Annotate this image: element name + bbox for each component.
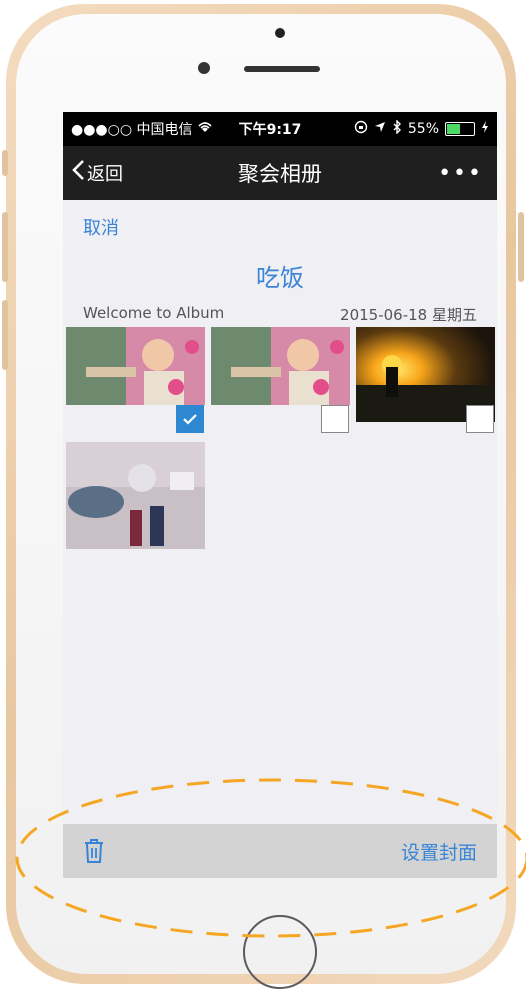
orientation-lock-icon: [354, 120, 368, 138]
selected-checkbox[interactable]: [176, 405, 204, 433]
bottom-toolbar: 设置封面: [63, 824, 497, 878]
battery-percent: 55%: [407, 121, 439, 137]
carrier-label: ●●●○○ 中国电信: [71, 122, 193, 138]
charging-icon: [481, 121, 489, 137]
bluetooth-icon: [392, 119, 402, 138]
more-options-button[interactable]: •••: [438, 161, 483, 186]
app-screen: ●●●○○ 中国电信 下午9:17 55% 返回 聚会相册 ••• 取消 吃饭 …: [63, 112, 497, 878]
page-title: 聚会相册: [238, 162, 322, 186]
location-arrow-icon: [374, 121, 386, 137]
set-cover-button[interactable]: 设置封面: [401, 838, 477, 865]
photo-thumbnail[interactable]: [66, 327, 205, 405]
trash-icon[interactable]: [83, 838, 105, 864]
album-title: 吃饭: [256, 264, 304, 292]
status-bar: ●●●○○ 中国电信 下午9:17 55%: [63, 112, 497, 146]
photo-thumbnail[interactable]: [211, 327, 350, 405]
album-meta: Welcome to Album 2015-06-18 星期五: [83, 304, 477, 325]
album-date: 2015-06-18 星期五: [340, 306, 477, 324]
front-camera: [198, 62, 210, 74]
battery-icon: [445, 122, 475, 136]
photo-thumbnail[interactable]: [66, 442, 205, 549]
power-button: [518, 212, 524, 282]
unselected-checkbox[interactable]: [466, 405, 494, 433]
cancel-button[interactable]: 取消: [83, 214, 119, 240]
back-button[interactable]: 返回: [71, 159, 123, 187]
earpiece-speaker: [244, 66, 320, 72]
mute-switch: [2, 150, 8, 176]
battery-level: [447, 124, 461, 134]
back-label: 返回: [87, 164, 123, 185]
navigation-bar: 返回 聚会相册 •••: [63, 146, 497, 200]
chevron-left-icon: [71, 159, 85, 187]
status-time: 下午9:17: [238, 122, 302, 138]
front-sensor: [275, 28, 285, 38]
checkmark-icon: [183, 409, 197, 430]
unselected-checkbox[interactable]: [321, 405, 349, 433]
home-button[interactable]: [243, 915, 317, 989]
volume-up-button: [2, 212, 8, 282]
wifi-icon: [197, 121, 213, 137]
volume-down-button: [2, 300, 8, 370]
album-subtitle: Welcome to Album: [83, 304, 225, 322]
